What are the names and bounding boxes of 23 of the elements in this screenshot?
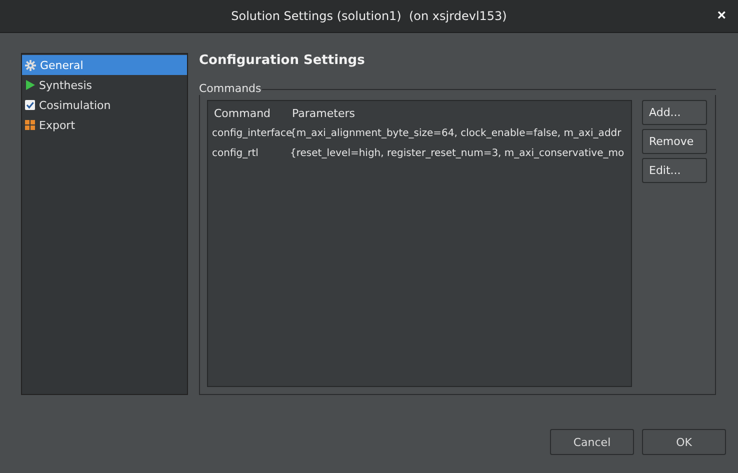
close-button[interactable]: ×	[715, 8, 728, 24]
table-cell: {reset_level=high, register_reset_num=3, m_axi_conservative_mo	[290, 148, 624, 158]
command-button[interactable]: Add...	[642, 100, 707, 125]
table-cell-text: config_rtl	[211, 148, 260, 158]
command-button[interactable]: Edit...	[642, 158, 707, 183]
sidebar-item[interactable]: Synthesis	[22, 75, 187, 95]
group-label: Commands	[199, 82, 262, 95]
gear-icon	[25, 60, 36, 70]
command-button[interactable]: Remove	[642, 129, 707, 154]
grid-icon	[25, 120, 35, 130]
sidebar-item[interactable]: Cosimulation	[22, 95, 187, 115]
window-title: Solution Settings (solution1) (on xsjrdevl153)	[231, 9, 507, 23]
sidebar-item[interactable]: General	[22, 55, 187, 75]
checkbox-icon	[25, 100, 35, 110]
table-cell: {m_axi_alignment_byte_size=64, clock_enable=false, m_axi_addr	[290, 128, 622, 138]
play-icon	[25, 80, 35, 90]
column-header: Command	[213, 106, 272, 120]
dialog-button[interactable]: OK	[642, 429, 726, 455]
dialog-button[interactable]: Cancel	[550, 429, 634, 455]
table-cell-text: config_interface	[211, 128, 290, 138]
sidebar-item[interactable]: Export	[22, 115, 187, 135]
column-header: Parameters	[292, 106, 355, 120]
section-heading: Configuration Settings	[199, 53, 366, 69]
